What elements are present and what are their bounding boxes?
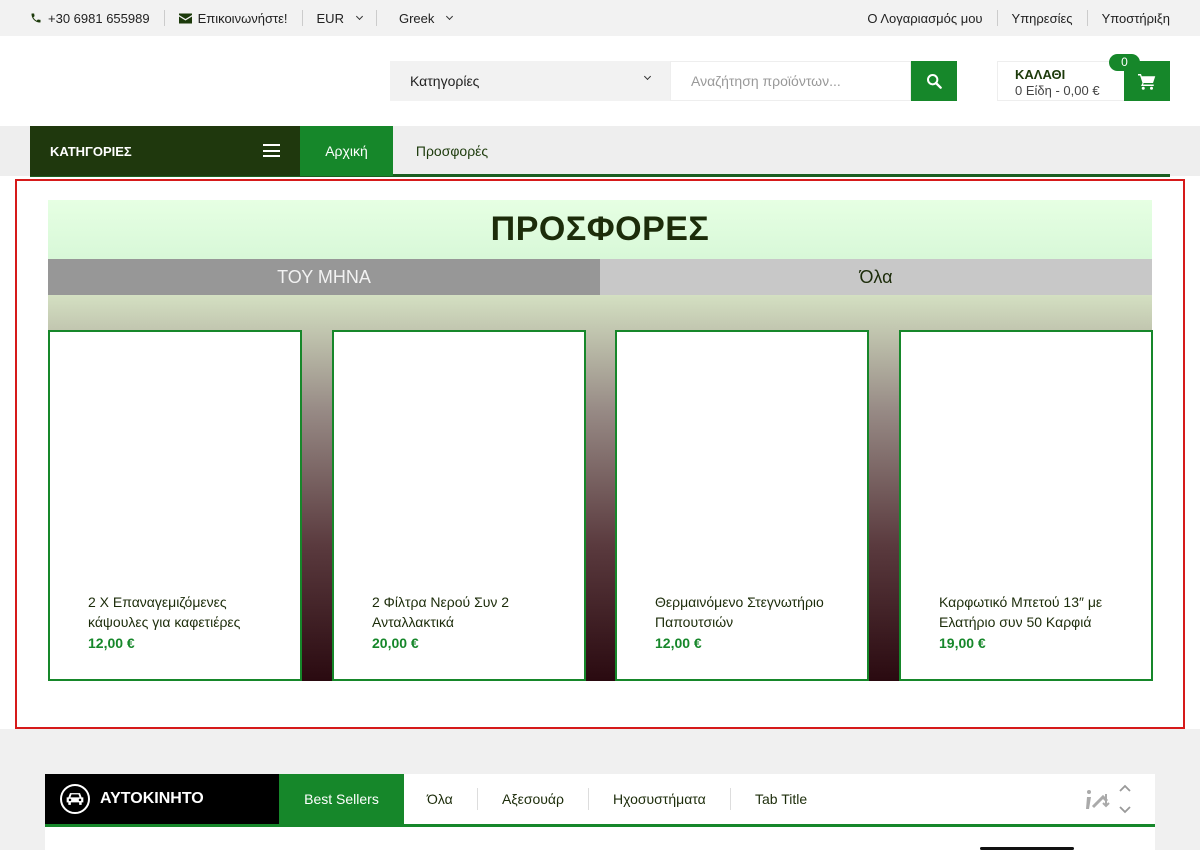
divider bbox=[375, 10, 377, 26]
divider bbox=[301, 10, 303, 26]
shopping-cart-icon bbox=[1138, 73, 1156, 90]
product-card[interactable]: Καρφωτικό Μπετού 13″ με Ελατήριο συν 50 … bbox=[899, 330, 1153, 681]
search-input[interactable] bbox=[691, 73, 901, 89]
cart-title: ΚΑΛΑΘΙ bbox=[1015, 67, 1066, 82]
phone-number: +30 6981 655989 bbox=[48, 10, 150, 26]
tab-sound-systems[interactable]: Ηχοσυστήματα bbox=[613, 774, 706, 824]
product-name[interactable]: 2 Χ Επαναγεμιζόμενες κάψουλες για καφετι… bbox=[88, 592, 288, 632]
product-card[interactable]: 2 Χ Επαναγεμιζόμενες κάψουλες για καφετι… bbox=[48, 330, 302, 681]
chevron-down-icon bbox=[355, 12, 364, 21]
car-section-title: ΑΥΤΟΚΙΝΗΤΟ bbox=[100, 790, 204, 807]
envelope-icon bbox=[178, 13, 192, 23]
divider bbox=[996, 10, 998, 26]
car-icon bbox=[60, 784, 90, 814]
product-card[interactable]: Θερμαινόμενο Στεγνωτήριο Παπουτσιών 12,0… bbox=[615, 330, 869, 681]
tab-all[interactable]: Όλα bbox=[600, 259, 1152, 295]
tab-tab-title[interactable]: Tab Title bbox=[755, 774, 807, 824]
offers-title: ΠΡΟΣΦΟΡΕΣ bbox=[48, 200, 1152, 259]
phone-contact[interactable]: +30 6981 655989 bbox=[30, 11, 150, 26]
nav-item-offers[interactable]: Προσφορές bbox=[393, 126, 511, 176]
currency-label: EUR bbox=[316, 10, 344, 26]
chevron-down-icon bbox=[446, 12, 454, 21]
phone-icon bbox=[31, 13, 41, 23]
divider bbox=[163, 10, 165, 26]
product-name[interactable]: 2 Φίλτρα Νερού Συν 2 Ανταλλακτικά bbox=[372, 592, 572, 632]
categories-menu-button[interactable]: ΚΑΤΗΓΟΡΙΕΣ bbox=[30, 126, 300, 176]
product-name[interactable]: Καρφωτικό Μπετού 13″ με Ελατήριο συν 50 … bbox=[939, 592, 1139, 632]
tab-this-month[interactable]: ΤΟΥ ΜΗΝΑ bbox=[48, 259, 600, 295]
my-account-link[interactable]: Ο Λογαριασμός μου bbox=[867, 11, 982, 26]
product-price: 12,00 € bbox=[88, 635, 135, 651]
language-label: Greek bbox=[398, 10, 435, 26]
language-dropdown[interactable]: Greek bbox=[398, 10, 454, 26]
tab-best-sellers[interactable]: Best Sellers bbox=[279, 774, 404, 824]
divider bbox=[730, 788, 731, 810]
cart-total: 0 Είδη - 0,00 € bbox=[1015, 83, 1100, 98]
top-bar: +30 6981 655989 Επικοινωνήστε! EUR Greek… bbox=[0, 0, 1200, 36]
support-link[interactable]: Υποστήριξη bbox=[1102, 11, 1170, 26]
currency-dropdown[interactable]: EUR bbox=[316, 10, 364, 26]
search-icon bbox=[927, 74, 942, 89]
services-link[interactable]: Υπηρεσίες bbox=[1012, 11, 1073, 26]
divider bbox=[477, 788, 478, 810]
nav-item-home[interactable]: Αρχική bbox=[300, 126, 393, 176]
product-name[interactable]: Θερμαινόμενο Στεγνωτήριο Παπουτσιών bbox=[655, 592, 855, 632]
product-price: 12,00 € bbox=[655, 635, 702, 651]
hamburger-icon bbox=[263, 144, 280, 157]
product-price: 20,00 € bbox=[372, 635, 419, 651]
tab-all-car[interactable]: Όλα bbox=[427, 774, 453, 824]
search-button[interactable] bbox=[911, 61, 957, 101]
contact-label: Επικοινωνήστε! bbox=[197, 10, 288, 26]
car-section-label: ΑΥΤΟΚΙΝΗΤΟ bbox=[45, 774, 279, 824]
chevron-down-icon bbox=[643, 72, 652, 81]
product-price: 19,00 € bbox=[939, 635, 986, 651]
category-select-label: Κατηγορίες bbox=[410, 73, 480, 89]
search-box bbox=[670, 61, 911, 101]
sort-icon[interactable] bbox=[1084, 786, 1112, 812]
tab-accessories[interactable]: Αξεσουάρ bbox=[502, 774, 564, 824]
category-select[interactable]: Κατηγορίες bbox=[390, 61, 670, 101]
product-card[interactable]: 2 Φίλτρα Νερού Συν 2 Ανταλλακτικά 20,00 … bbox=[332, 330, 586, 681]
contact-link[interactable]: Επικοινωνήστε! bbox=[178, 10, 288, 26]
divider bbox=[588, 788, 589, 810]
cart-count-badge: 0 bbox=[1109, 54, 1140, 71]
scroll-arrows[interactable] bbox=[1117, 782, 1133, 816]
divider bbox=[1086, 10, 1088, 26]
categories-menu-label: ΚΑΤΗΓΟΡΙΕΣ bbox=[50, 143, 132, 159]
